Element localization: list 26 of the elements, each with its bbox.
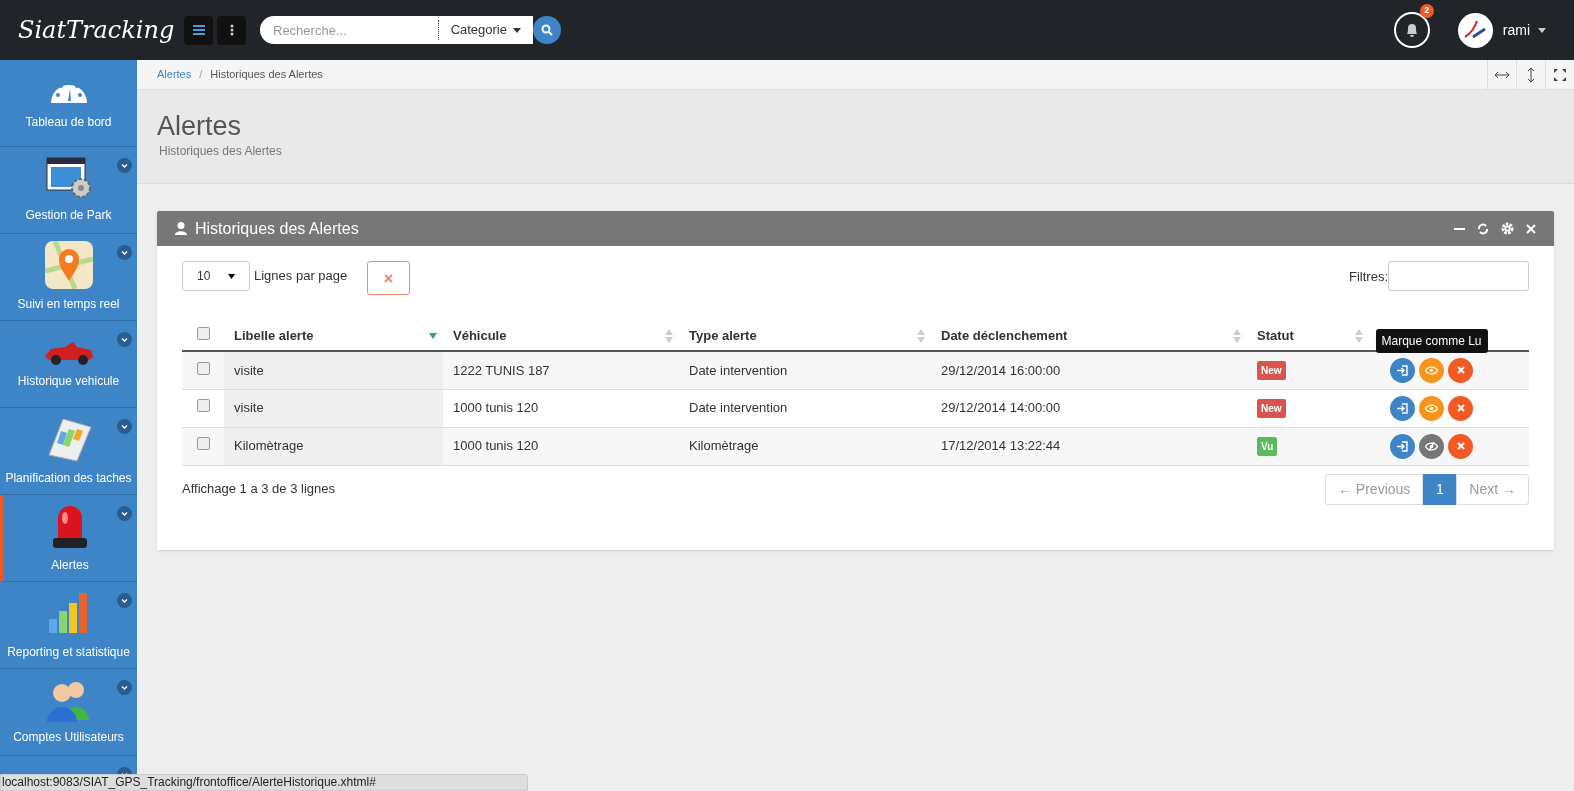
table-cell: 17/12/2014 13:22:44	[941, 438, 1061, 454]
table-cell: Kilomètrage	[234, 438, 304, 454]
status-badge: Vu	[1257, 437, 1278, 456]
table-cell: Date intervention	[689, 400, 788, 416]
breadcrumb-item: Historiques des Alertes	[210, 67, 323, 83]
tooltip: Marque comme Lu	[1375, 328, 1488, 353]
filter-label: Filtres:	[1349, 268, 1388, 286]
panel-title: Historiques des Alertes	[195, 218, 359, 239]
table-cell: visite	[234, 400, 264, 416]
table-cell: 1222 TUNIS 187	[453, 362, 550, 378]
notification-count: 2	[1419, 4, 1434, 18]
breadcrumb-separator: /	[199, 67, 203, 83]
page-title: Alertes	[157, 110, 243, 142]
table-cell: Date intervention	[689, 362, 788, 378]
table-cell: Kilomètrage	[689, 438, 759, 454]
page-subtitle: Historiques des Alertes	[159, 143, 283, 160]
page-size-label: Lignes par page	[254, 267, 348, 285]
status-badge: New	[1257, 399, 1286, 418]
status-badge: New	[1257, 361, 1286, 381]
table-cell: 29/12/2014 16:00:00	[941, 362, 1061, 378]
table-cell: visite	[234, 362, 264, 378]
table-info: Affichage 1 a 3 de 3 lignes	[182, 480, 335, 499]
table-cell: 29/12/2014 14:00:00	[941, 400, 1061, 416]
link-url-tooltip: localhost:9083/SIAT_GPS_Tracking/frontoffice/AlerteHistorique.xhtml#	[0, 774, 528, 791]
table-cell: 1000 tunis 120	[453, 438, 539, 454]
table-cell: 1000 tunis 120	[453, 400, 539, 416]
